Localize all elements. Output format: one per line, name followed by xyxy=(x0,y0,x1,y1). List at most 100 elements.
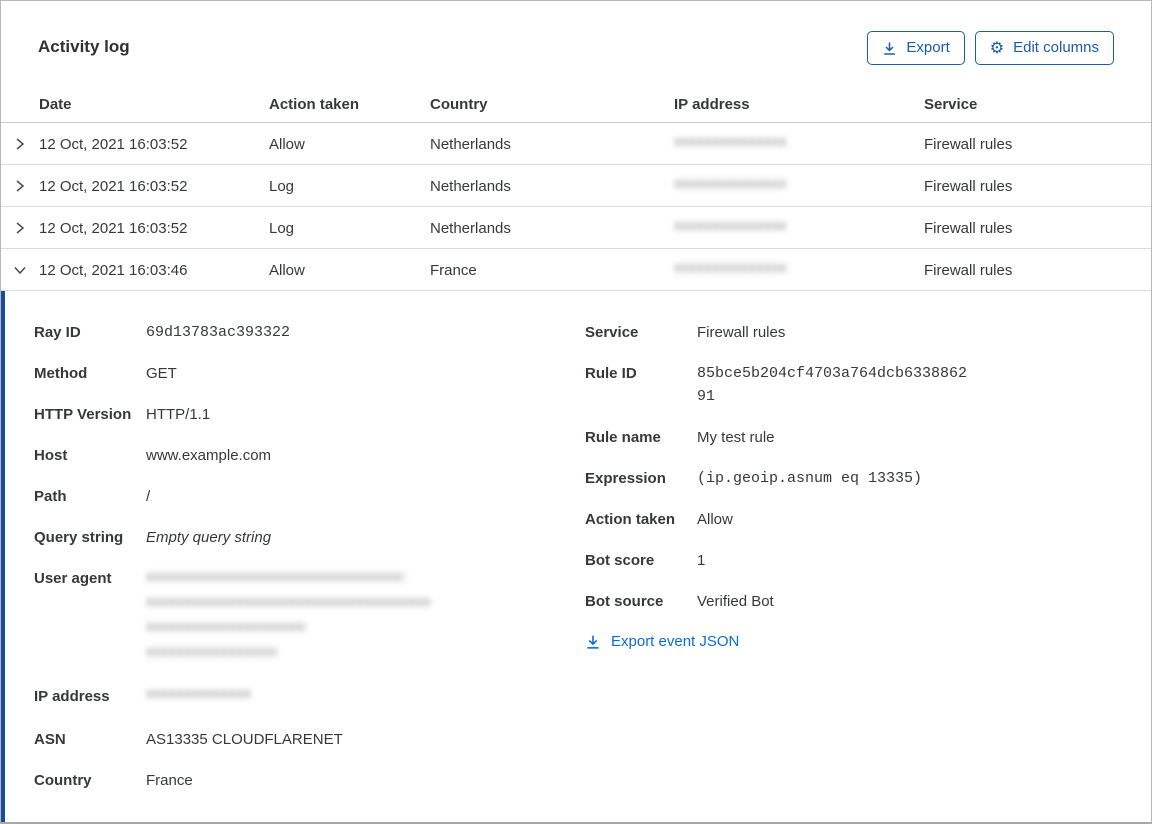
column-header-ip-address: IP address xyxy=(674,96,750,113)
field-query-string: Query string Empty query string xyxy=(34,526,585,549)
field-path: Path / xyxy=(34,485,585,508)
cell-service: Firewall rules xyxy=(924,219,1013,237)
table-row[interactable]: 12 Oct, 2021 16:03:52 Log Netherlands xx… xyxy=(1,165,1151,207)
field-country: Country France xyxy=(34,769,585,792)
field-value: Allow xyxy=(697,511,733,528)
expand-row-button[interactable] xyxy=(1,165,39,207)
table-row-expanded[interactable]: 12 Oct, 2021 16:03:46 Allow France xxxxx… xyxy=(1,249,1151,291)
field-service: Service Firewall rules xyxy=(585,321,1151,344)
field-value: Empty query string xyxy=(146,529,272,546)
field-label: Service xyxy=(585,324,639,341)
field-value: 85bce5b204cf4703a764dcb633886291 xyxy=(697,365,968,405)
export-event-json-link[interactable]: Export event JSON xyxy=(585,633,739,650)
field-label: User agent xyxy=(34,570,112,587)
export-button-label: Export xyxy=(906,39,950,56)
cell-action-taken: Allow xyxy=(269,135,305,153)
page-title: Activity log xyxy=(38,37,130,56)
expander-column-header xyxy=(1,113,39,122)
cell-service: Firewall rules xyxy=(924,135,1013,153)
column-header-country: Country xyxy=(430,96,488,113)
field-method: Method GET xyxy=(34,362,585,385)
cell-action-taken: Allow xyxy=(269,261,305,279)
edit-columns-button-label: Edit columns xyxy=(1013,39,1099,56)
field-value: www.example.com xyxy=(146,447,272,464)
chevron-down-icon xyxy=(12,262,28,278)
table-row[interactable]: 12 Oct, 2021 16:03:52 Log Netherlands xx… xyxy=(1,207,1151,249)
field-label: Host xyxy=(34,447,68,464)
field-label: Bot source xyxy=(585,593,664,610)
field-value: 1 xyxy=(697,552,706,569)
event-detail-panel: Ray ID 69d13783ac393322 Method GET HTTP … xyxy=(1,291,1151,822)
field-value: My test rule xyxy=(697,429,775,446)
chevron-right-icon xyxy=(12,136,28,152)
field-label: HTTP Version xyxy=(34,406,132,423)
column-header-action-taken: Action taken xyxy=(269,96,360,113)
cell-ip-address-redacted: xxxxxxxxxxxxxxx xyxy=(674,259,787,276)
activity-log-panel: Activity log Export ⚙ Edit columns Date … xyxy=(0,0,1152,824)
field-ray-id: Ray ID 69d13783ac393322 xyxy=(34,321,585,344)
cell-country: France xyxy=(430,261,477,279)
field-value: France xyxy=(146,772,193,789)
cell-country: Netherlands xyxy=(430,219,511,237)
field-host: Host www.example.com xyxy=(34,444,585,467)
field-action-taken: Action taken Allow xyxy=(585,508,1151,531)
field-bot-score: Bot score 1 xyxy=(585,549,1151,572)
field-label: Rule name xyxy=(585,429,661,446)
field-user-agent: User agent xxxxxxxxxxxxxxxxxxxxxxxxxxxxx… xyxy=(34,567,585,667)
cell-action-taken: Log xyxy=(269,177,295,195)
cell-ip-address-redacted: xxxxxxxxxxxxxxx xyxy=(674,217,787,234)
field-rule-id: Rule ID 85bce5b204cf4703a764dcb633886291 xyxy=(585,362,1151,408)
field-expression: Expression (ip.geoip.asnum eq 13335) xyxy=(585,467,1151,490)
field-value: 69d13783ac393322 xyxy=(146,324,291,341)
collapse-row-button[interactable] xyxy=(1,249,39,291)
field-value: GET xyxy=(146,365,177,382)
expand-row-button[interactable] xyxy=(1,207,39,249)
field-value: / xyxy=(146,488,151,505)
field-asn: ASN AS13335 CLOUDFLARENET xyxy=(34,728,585,751)
field-value-redacted: xxxxxxxxxxxxxx xyxy=(146,685,251,702)
cell-country: Netherlands xyxy=(430,177,511,195)
field-label: IP address xyxy=(34,688,110,705)
field-label: Rule ID xyxy=(585,365,637,382)
cell-date: 12 Oct, 2021 16:03:52 xyxy=(39,135,188,153)
column-header-date: Date xyxy=(39,96,72,113)
cell-action-taken: Log xyxy=(269,219,295,237)
gear-icon: ⚙ xyxy=(989,38,1005,57)
cell-ip-address-redacted: xxxxxxxxxxxxxxx xyxy=(674,133,787,150)
field-value: Firewall rules xyxy=(697,324,786,341)
field-label: Query string xyxy=(34,529,124,546)
field-label: Ray ID xyxy=(34,324,81,341)
field-value: HTTP/1.1 xyxy=(146,406,211,423)
edit-columns-button[interactable]: ⚙ Edit columns xyxy=(974,31,1114,65)
cell-country: Netherlands xyxy=(430,135,511,153)
export-event-json-label: Export event JSON xyxy=(611,633,740,650)
chevron-right-icon xyxy=(12,178,28,194)
download-icon xyxy=(882,41,897,56)
topbar: Activity log Export ⚙ Edit columns xyxy=(1,1,1151,65)
field-label: Action taken xyxy=(585,511,676,528)
column-header-service: Service xyxy=(924,96,978,113)
field-label: Country xyxy=(34,772,92,789)
field-value: Verified Bot xyxy=(697,593,774,610)
field-value: (ip.geoip.asnum eq 13335) xyxy=(697,470,923,487)
cell-ip-address-redacted: xxxxxxxxxxxxxxx xyxy=(674,175,787,192)
export-button[interactable]: Export xyxy=(867,31,965,65)
field-label: Path xyxy=(34,488,67,505)
field-http-version: HTTP Version HTTP/1.1 xyxy=(34,403,585,426)
field-bot-source: Bot source Verified Bot xyxy=(585,590,1151,613)
field-label: Expression xyxy=(585,470,666,487)
field-label: ASN xyxy=(34,731,66,748)
cell-date: 12 Oct, 2021 16:03:52 xyxy=(39,177,188,195)
field-label: Bot score xyxy=(585,552,655,569)
expand-row-button[interactable] xyxy=(1,123,39,165)
cell-date: 12 Oct, 2021 16:03:46 xyxy=(39,261,188,279)
cell-service: Firewall rules xyxy=(924,177,1013,195)
table-header: Date Action taken Country IP address Ser… xyxy=(1,65,1151,123)
field-ip-address: IP address xxxxxxxxxxxxxx xyxy=(34,685,585,710)
table-row[interactable]: 12 Oct, 2021 16:03:52 Allow Netherlands … xyxy=(1,123,1151,165)
field-rule-name: Rule name My test rule xyxy=(585,426,1151,449)
event-detail-left-column: Ray ID 69d13783ac393322 Method GET HTTP … xyxy=(34,321,585,810)
event-detail-right-column: Service Firewall rules Rule ID 85bce5b20… xyxy=(585,321,1151,655)
field-label: Method xyxy=(34,365,88,382)
field-value: AS13335 CLOUDFLARENET xyxy=(146,731,343,748)
